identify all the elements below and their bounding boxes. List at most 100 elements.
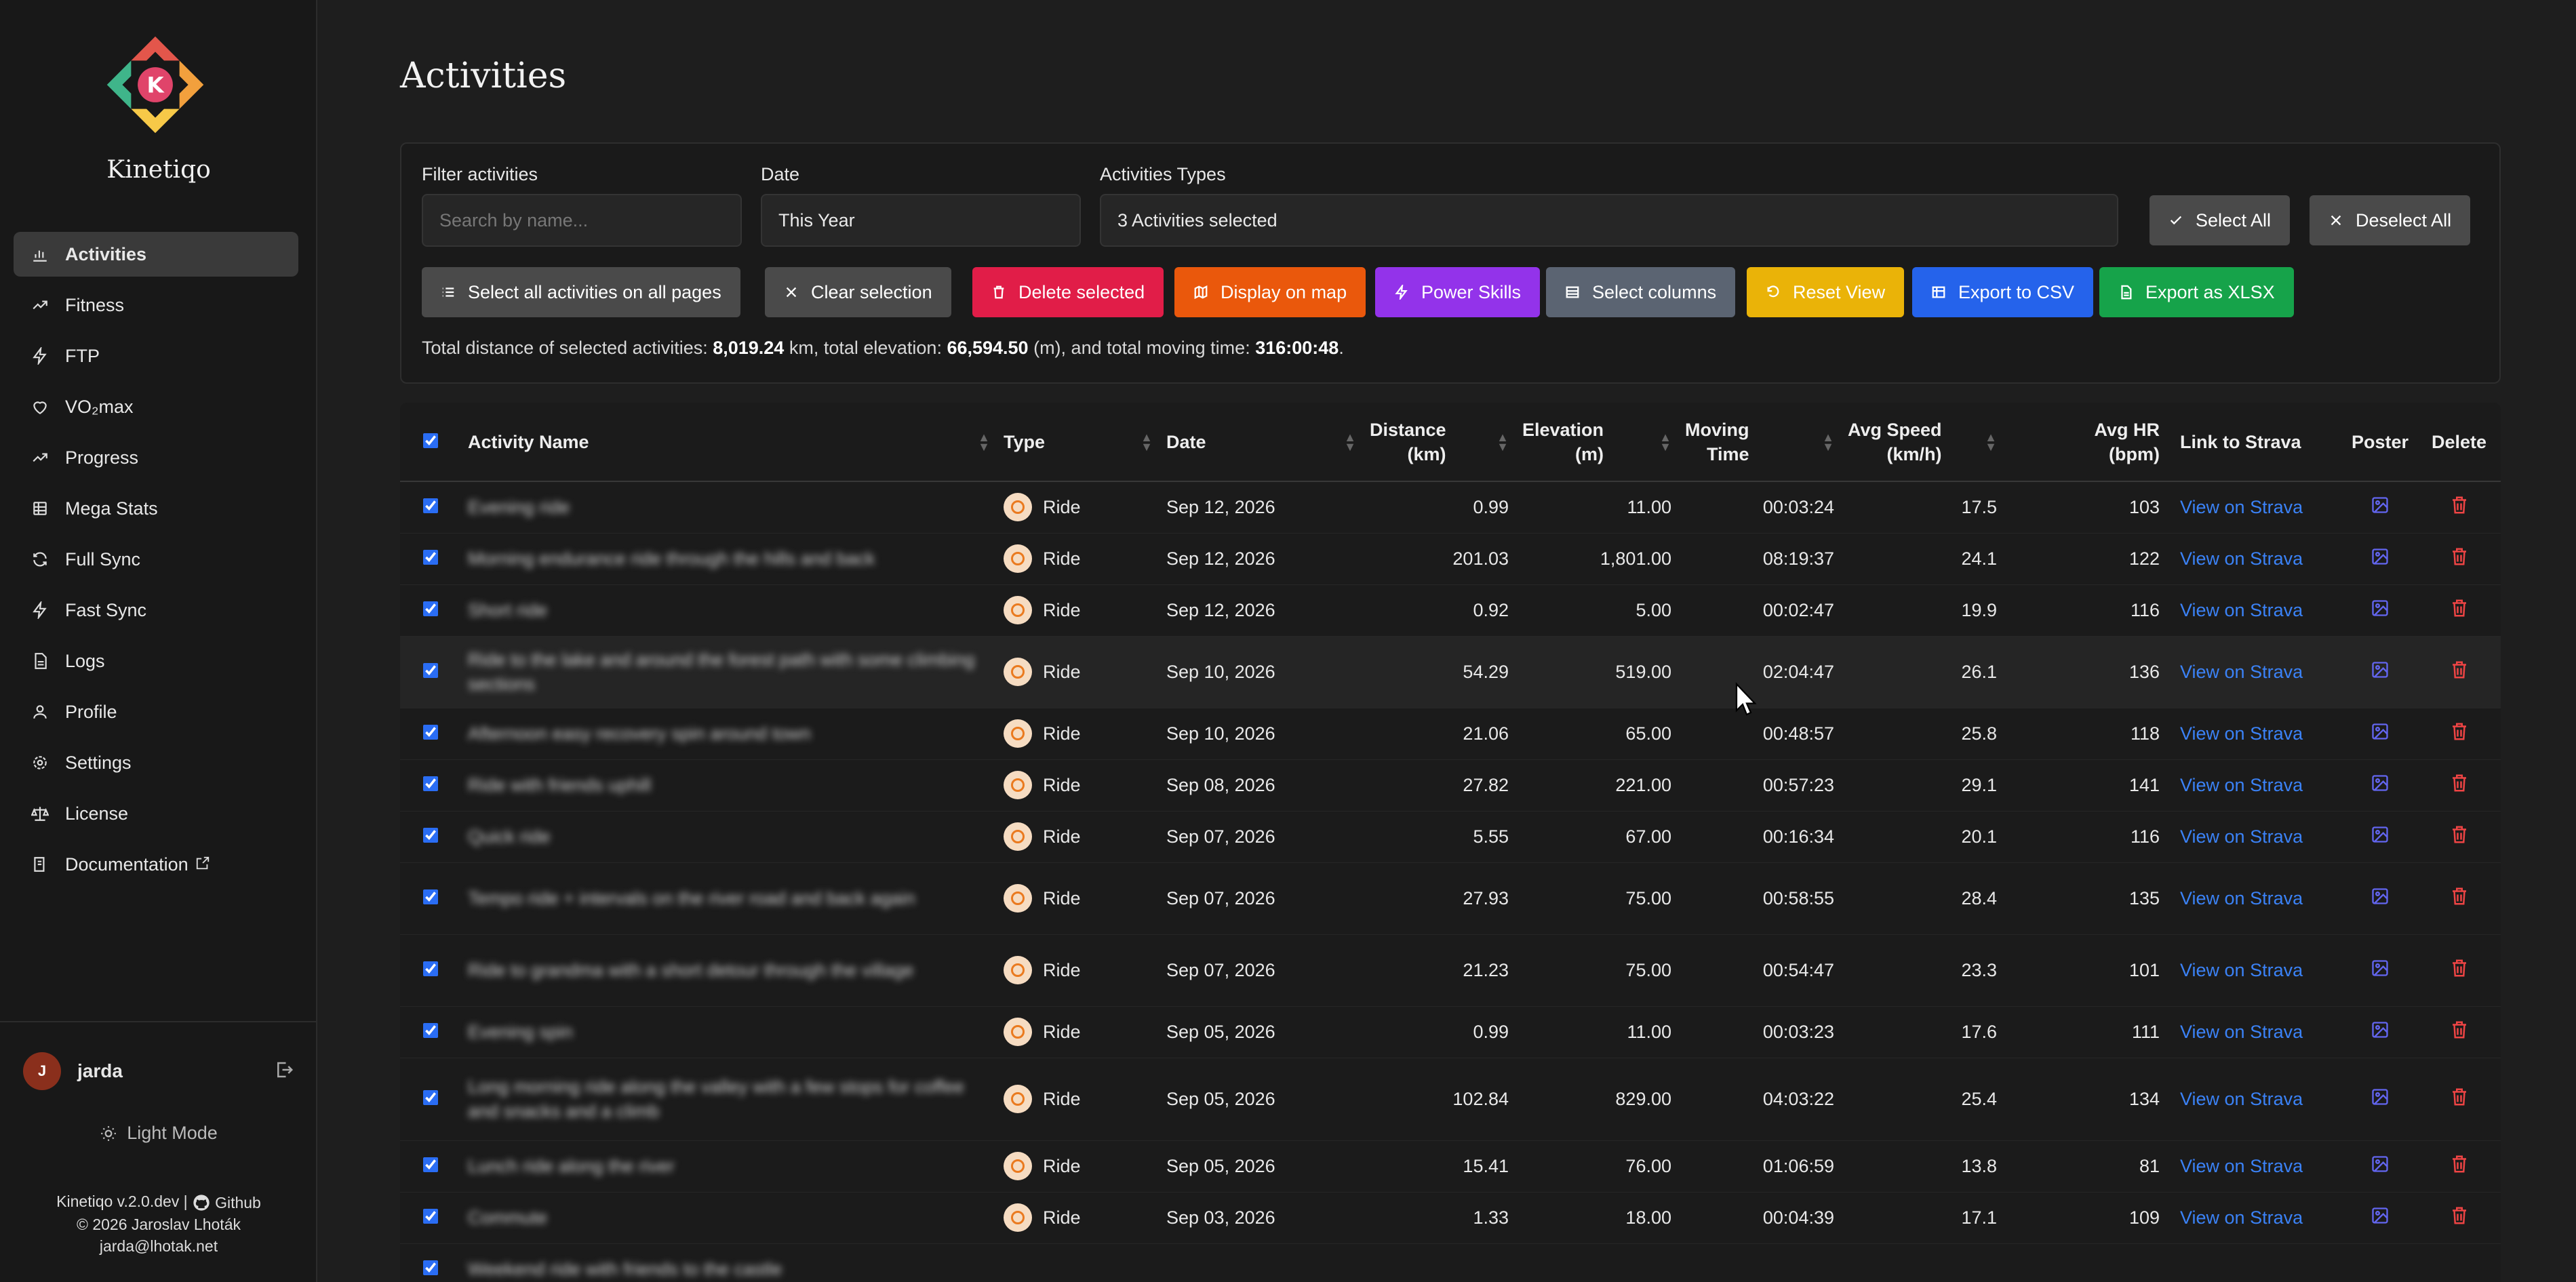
table-row[interactable]: Ride to the lake and around the forest p… — [400, 636, 2501, 708]
view-on-strava-link[interactable]: View on Strava — [2180, 888, 2303, 908]
trash-icon[interactable] — [2449, 548, 2470, 571]
sidebar-item-ftp[interactable]: FTP — [14, 334, 298, 378]
sidebar-item-license[interactable]: License — [14, 791, 298, 836]
trash-icon[interactable] — [2449, 1021, 2470, 1044]
trash-icon[interactable] — [2449, 496, 2470, 519]
sidebar-item-full-sync[interactable]: Full Sync — [14, 537, 298, 582]
trash-icon[interactable] — [2449, 826, 2470, 849]
col-elevation[interactable]: Elevation (m) — [1522, 418, 1604, 466]
sort-icon[interactable]: ▲ ▼ — [1135, 431, 1153, 453]
activity-types-select[interactable]: 3 Activities selected — [1100, 194, 2118, 247]
row-checkbox[interactable] — [423, 1260, 438, 1275]
sidebar-item-settings[interactable]: Settings — [14, 740, 298, 785]
image-icon[interactable] — [2371, 1021, 2390, 1043]
table-row[interactable]: Lunch ride along the river Ride Sep 05, 20… — [400, 1140, 2501, 1193]
sort-icon[interactable]: ▲ ▼ — [1654, 431, 1671, 453]
image-icon[interactable] — [2371, 723, 2390, 745]
activity-name[interactable]: Afternoon easy recovery spin around town — [468, 721, 811, 746]
view-on-strava-link[interactable]: View on Strava — [2180, 960, 2303, 980]
image-icon[interactable] — [2371, 826, 2390, 848]
activity-name[interactable]: Lunch ride along the river — [468, 1154, 675, 1178]
col-distance[interactable]: Distance (km) — [1370, 418, 1446, 466]
view-on-strava-link[interactable]: View on Strava — [2180, 1207, 2303, 1228]
row-checkbox[interactable] — [423, 549, 438, 565]
activity-name[interactable]: Ride with friends uphill — [468, 773, 651, 797]
image-icon[interactable] — [2371, 887, 2390, 910]
row-checkbox[interactable] — [423, 1089, 438, 1105]
view-on-strava-link[interactable]: View on Strava — [2180, 1156, 2303, 1176]
light-mode-toggle[interactable]: Light Mode — [0, 1123, 317, 1144]
table-row[interactable]: Ride to grandma with a short detour thro… — [400, 934, 2501, 1007]
image-icon[interactable] — [2371, 548, 2390, 570]
col-date[interactable]: Date — [1166, 430, 1206, 454]
row-checkbox[interactable] — [423, 1157, 438, 1172]
sidebar-item-mega-stats[interactable]: Mega Stats — [14, 486, 298, 531]
table-row[interactable]: Evening spin Ride Sep 05, 2026 0.99 11.00 00:… — [400, 1006, 2501, 1058]
clear-selection-button[interactable]: Clear selection — [765, 267, 951, 317]
row-checkbox[interactable] — [423, 601, 438, 616]
col-avg-speed[interactable]: Avg Speed (km/h) — [1848, 418, 1942, 466]
activity-name[interactable]: Evening spin — [468, 1020, 573, 1044]
trash-icon[interactable] — [2449, 959, 2470, 982]
view-on-strava-link[interactable]: View on Strava — [2180, 723, 2303, 744]
email-link[interactable]: jarda@lhotak.net — [0, 1235, 317, 1257]
trash-icon[interactable] — [2449, 661, 2470, 684]
row-checkbox[interactable] — [423, 889, 438, 904]
trash-icon[interactable] — [2449, 1207, 2470, 1230]
view-on-strava-link[interactable]: View on Strava — [2180, 826, 2303, 847]
activity-name[interactable]: Quick ride — [468, 824, 551, 849]
activity-name[interactable]: Commute — [468, 1205, 547, 1230]
table-row[interactable]: Evening ride Ride Sep 12, 2026 0.99 11.00 00:… — [400, 481, 2501, 534]
row-checkbox[interactable] — [423, 961, 438, 976]
row-checkbox[interactable] — [423, 498, 438, 513]
logout-icon[interactable] — [274, 1060, 294, 1083]
github-link[interactable]: Github — [192, 1192, 261, 1214]
col-avg-hr[interactable]: Avg HR (bpm) — [2094, 418, 2160, 466]
display-on-map-button[interactable]: Display on map — [1174, 267, 1366, 317]
trash-icon[interactable] — [2449, 723, 2470, 746]
table-row[interactable]: Ride with friends uphill Ride Sep 08, 2026… — [400, 759, 2501, 812]
table-row[interactable]: Short ride Ride Sep 12, 2026 0.92 5.00 00:02:… — [400, 584, 2501, 637]
table-row[interactable]: Afternoon easy recovery spin around town… — [400, 708, 2501, 760]
view-on-strava-link[interactable]: View on Strava — [2180, 600, 2303, 620]
delete-selected-button[interactable]: Delete selected — [972, 267, 1164, 317]
row-checkbox[interactable] — [423, 1022, 438, 1038]
image-icon[interactable] — [2371, 1207, 2390, 1229]
avatar[interactable]: J — [23, 1052, 61, 1090]
sidebar-item-fast-sync[interactable]: Fast Sync — [14, 588, 298, 633]
trash-icon[interactable] — [2449, 887, 2470, 910]
table-row[interactable]: Long morning ride along the valley with … — [400, 1058, 2501, 1141]
sidebar-item-progress[interactable]: Progress — [14, 435, 298, 480]
power-skills-button[interactable]: Power Skills — [1375, 267, 1541, 317]
sort-icon[interactable]: ▲ ▼ — [1339, 431, 1356, 453]
trash-icon[interactable] — [2449, 774, 2470, 797]
row-checkbox[interactable] — [423, 724, 438, 740]
trash-icon[interactable] — [2449, 1155, 2470, 1178]
table-row[interactable]: Tempo ride + intervals on the river road… — [400, 862, 2501, 935]
image-icon[interactable] — [2371, 959, 2390, 982]
view-on-strava-link[interactable]: View on Strava — [2180, 1089, 2303, 1109]
select-all-pages-button[interactable]: Select all activities on all pages — [422, 267, 740, 317]
row-checkbox[interactable] — [423, 662, 438, 678]
view-on-strava-link[interactable]: View on Strava — [2180, 775, 2303, 795]
row-checkbox[interactable] — [423, 776, 438, 791]
image-icon[interactable] — [2371, 1155, 2390, 1178]
select-all-checkbox[interactable] — [423, 433, 438, 448]
sidebar-item-vo2max[interactable]: VO₂max — [14, 384, 298, 429]
table-row[interactable]: Morning endurance ride through the hills… — [400, 533, 2501, 585]
activity-name[interactable]: Ride to the lake and around the forest p… — [468, 647, 990, 696]
view-on-strava-link[interactable]: View on Strava — [2180, 1022, 2303, 1042]
row-checkbox[interactable] — [423, 827, 438, 843]
date-select[interactable]: This Year — [761, 194, 1081, 247]
sidebar-item-activities[interactable]: Activities — [14, 232, 298, 277]
sort-icon[interactable]: ▲ ▼ — [1817, 431, 1834, 453]
search-input[interactable]: Search by name... — [422, 194, 742, 247]
view-on-strava-link[interactable]: View on Strava — [2180, 548, 2303, 569]
trash-icon[interactable] — [2449, 1088, 2470, 1111]
activity-name[interactable]: Evening ride — [468, 495, 570, 519]
image-icon[interactable] — [2371, 661, 2390, 683]
image-icon[interactable] — [2371, 774, 2390, 797]
sort-icon[interactable]: ▲ ▼ — [972, 431, 990, 453]
sort-icon[interactable]: ▲ ▼ — [1491, 431, 1509, 453]
row-checkbox[interactable] — [423, 1208, 438, 1224]
